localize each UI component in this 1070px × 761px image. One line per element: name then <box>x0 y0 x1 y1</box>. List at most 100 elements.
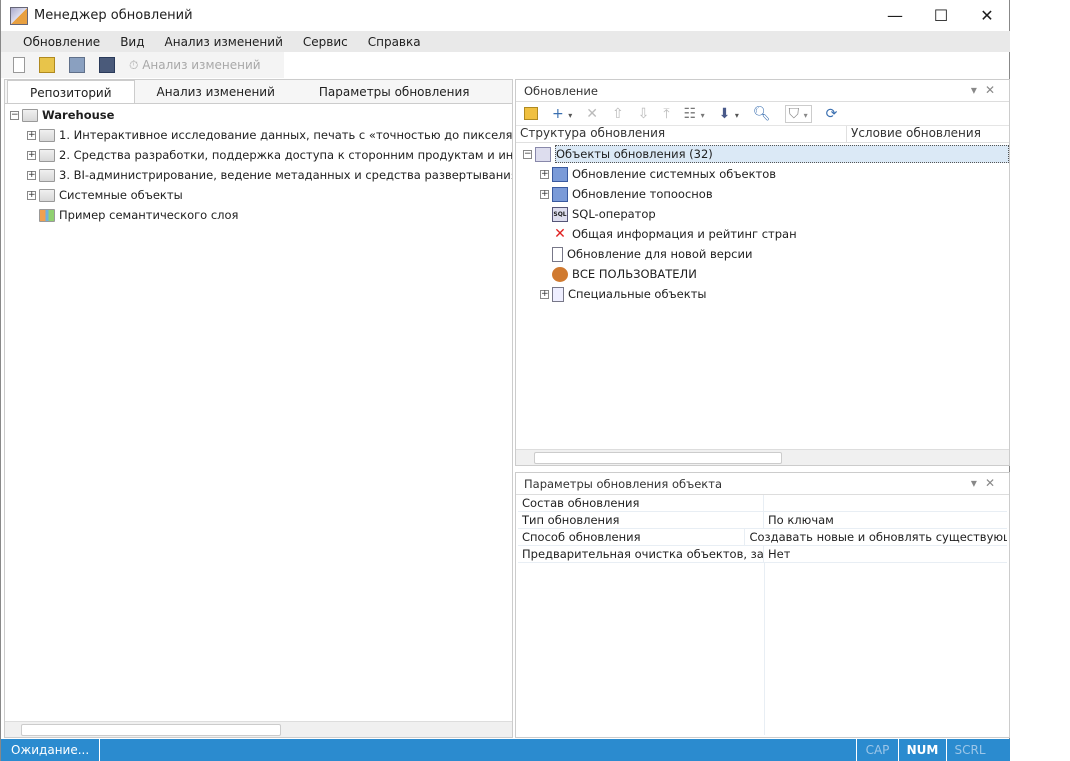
tab-analysis[interactable]: Анализ изменений <box>135 80 297 103</box>
tab-update-params[interactable]: Параметры обновления <box>297 80 492 103</box>
column-structure[interactable]: Структура обновления <box>516 126 846 142</box>
folder-icon <box>39 188 55 202</box>
grid-row[interactable]: Тип обновления По ключам <box>518 512 1007 529</box>
tree-item-label: 3. BI-администрирование, ведение метадан… <box>59 168 512 182</box>
param-value[interactable]: Создавать новые и обновлять существующие <box>745 529 1007 545</box>
move-up-icon[interactable]: ⇧ <box>612 106 624 122</box>
column-divider <box>764 563 765 735</box>
update-toolbar: + ▾ ✕ ⇧ ⇩ ⤒ ☷ ▾ ⬇ ▾ 🔍︎ ⛉ ▾ ⟳ <box>516 102 1009 126</box>
tree-item[interactable]: +1. Интерактивное исследование данных, п… <box>5 125 512 145</box>
menu-analysis[interactable]: Анализ изменений <box>155 35 293 49</box>
scrollbar-thumb[interactable] <box>534 452 782 464</box>
tree-item-label: Обновление для новой версии <box>567 247 753 261</box>
document-icon <box>552 246 563 262</box>
move-down-icon[interactable]: ⇩ <box>638 106 650 122</box>
tree-item[interactable]: +2. Средства разработки, поддержка досту… <box>5 145 512 165</box>
num-indicator: NUM <box>898 739 946 761</box>
update-horizontal-scrollbar[interactable] <box>516 449 1009 465</box>
menu-view[interactable]: Вид <box>110 35 154 49</box>
app-icon <box>10 6 28 25</box>
update-pane-header: Обновление ▾✕ <box>516 80 1009 102</box>
new-file-icon[interactable] <box>13 57 25 73</box>
import-icon[interactable]: ⬇ ▾ <box>719 106 739 122</box>
sql-icon: SQL <box>552 206 568 222</box>
add-icon[interactable]: + ▾ <box>552 106 572 122</box>
column-condition[interactable]: Условие обновления <box>846 126 996 142</box>
error-x-icon: ✕ <box>554 226 566 242</box>
filter-icon[interactable]: ⛉ ▾ <box>784 104 812 123</box>
grid-row[interactable]: Способ обновления Создавать новые и обнов… <box>518 529 1007 546</box>
delete-icon[interactable]: ✕ <box>586 106 598 122</box>
menu-help[interactable]: Справка <box>358 35 431 49</box>
column-header: Структура обновления Условие обновления <box>516 126 1009 143</box>
tree-item[interactable]: ✕ Общая информация и рейтинг стран <box>516 224 1009 244</box>
analyze-changes-button[interactable]: ⏱ Анализ изменений <box>129 58 261 73</box>
tree-item-label: 2. Средства разработки, поддержка доступ… <box>59 148 512 162</box>
tree-item-label: Общая информация и рейтинг стран <box>572 227 797 241</box>
tree-view-icon[interactable]: ☷ ▾ <box>684 106 705 122</box>
tree-item[interactable]: Пример семантического слоя <box>5 205 512 225</box>
new-folder-icon[interactable] <box>524 107 538 120</box>
close-button[interactable]: ✕ <box>964 0 1010 31</box>
tree-root-label: Warehouse <box>42 108 115 122</box>
left-horizontal-scrollbar[interactable] <box>5 721 512 737</box>
expand-icon[interactable]: + <box>27 150 36 160</box>
pane-controls[interactable]: ▾✕ <box>971 476 1003 490</box>
tree-root[interactable]: − Warehouse <box>5 105 512 125</box>
folder-icon <box>22 108 38 122</box>
param-value[interactable]: Нет <box>764 546 790 562</box>
menu-update[interactable]: Обновление <box>13 35 110 49</box>
tree-item[interactable]: + Обновление системных объектов <box>516 164 1009 184</box>
tree-item-label: Обновление топооснов <box>572 187 713 201</box>
grid-row[interactable]: Предварительная очистка объектов, зависи… <box>518 546 1007 563</box>
expand-icon[interactable]: + <box>540 189 549 199</box>
tree-item-label: Пример семантического слоя <box>59 208 239 222</box>
tree-item-label: SQL-оператор <box>572 207 656 221</box>
list-icon <box>552 286 564 302</box>
open-folder-icon[interactable] <box>39 57 55 73</box>
expand-icon[interactable]: + <box>540 169 549 179</box>
search-icon[interactable]: 🔍︎ <box>753 106 771 122</box>
maximize-button[interactable]: ☐ <box>918 0 964 31</box>
tree-item[interactable]: + Специальные объекты <box>516 284 1009 304</box>
tree-item[interactable]: Обновление для новой версии <box>516 244 1009 264</box>
param-value[interactable]: По ключам <box>764 512 834 528</box>
tree-item-label: Системные объекты <box>59 188 183 202</box>
tree-item[interactable]: ВСЕ ПОЛЬЗОВАТЕЛИ <box>516 264 1009 284</box>
main-window: Менеджер обновлений — ☐ ✕ Обновление Вид… <box>0 0 1010 761</box>
move-top-icon[interactable]: ⤒ <box>663 106 669 122</box>
pane-controls[interactable]: ▾✕ <box>971 83 1003 97</box>
save-icon[interactable] <box>69 57 85 73</box>
tree-item[interactable]: + Системные объекты <box>5 185 512 205</box>
expand-icon[interactable]: + <box>27 170 36 180</box>
left-tabs: Репозиторий Анализ изменений Параметры о… <box>5 80 512 104</box>
scrl-indicator: SCRL <box>946 739 993 761</box>
collapse-icon[interactable]: − <box>10 110 19 120</box>
menu-service[interactable]: Сервис <box>293 35 358 49</box>
scrollbar-thumb[interactable] <box>21 724 281 736</box>
title-bar: Менеджер обновлений — ☐ ✕ <box>1 0 1010 31</box>
tree-item[interactable]: +3. BI-администрирование, ведение метада… <box>5 165 512 185</box>
expand-icon[interactable]: + <box>540 289 549 299</box>
tree-root[interactable]: − Объекты обновления (32) <box>516 144 1009 164</box>
tab-repository[interactable]: Репозиторий <box>7 80 135 103</box>
expand-icon[interactable]: + <box>27 190 36 200</box>
params-pane-title: Параметры обновления объекта <box>524 476 722 491</box>
minimize-button[interactable]: — <box>872 0 918 31</box>
expand-icon[interactable]: + <box>27 130 36 140</box>
menu-bar: Обновление Вид Анализ изменений Сервис С… <box>1 31 1010 52</box>
param-value[interactable] <box>764 495 768 511</box>
param-name: Способ обновления <box>518 529 746 545</box>
collapse-icon[interactable]: − <box>523 149 532 159</box>
folder-open-icon <box>552 186 568 202</box>
tree-item[interactable]: + Обновление топооснов <box>516 184 1009 204</box>
refresh-icon[interactable]: ⟳ <box>826 106 838 122</box>
users-icon <box>552 266 568 282</box>
status-bar: Ожидание... CAP NUM SCRL <box>1 739 1010 761</box>
tree-item[interactable]: SQL SQL-оператор <box>516 204 1009 224</box>
window-title: Менеджер обновлений <box>34 8 193 23</box>
grid-row[interactable]: Состав обновления <box>518 495 1007 512</box>
repository-pane: Репозиторий Анализ изменений Параметры о… <box>4 79 513 738</box>
save-as-icon[interactable] <box>99 57 115 73</box>
param-name: Состав обновления <box>518 495 764 511</box>
